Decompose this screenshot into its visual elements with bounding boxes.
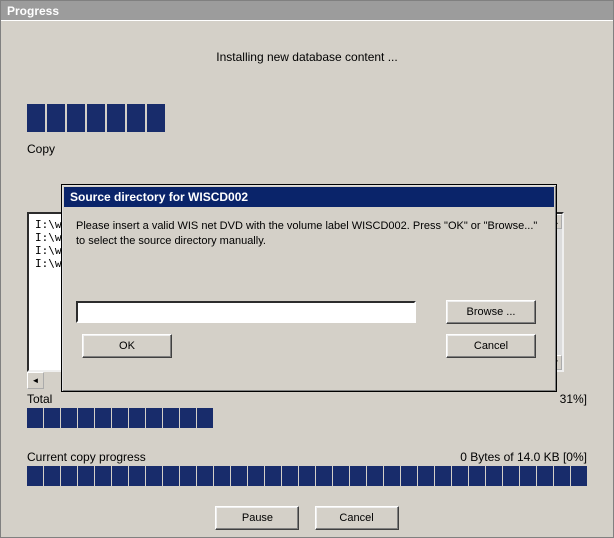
progress-block bbox=[27, 408, 43, 428]
progress-block bbox=[95, 408, 111, 428]
progress-block bbox=[87, 104, 105, 132]
progress-block bbox=[27, 104, 45, 132]
progress-block bbox=[316, 466, 332, 486]
progress-block bbox=[147, 104, 165, 132]
source-directory-dialog: Source directory for WISCD002 Please ins… bbox=[61, 184, 557, 392]
progress-block bbox=[163, 408, 179, 428]
progress-block bbox=[265, 466, 281, 486]
progress-block bbox=[112, 408, 128, 428]
dialog-titlebar: Source directory for WISCD002 bbox=[64, 187, 554, 207]
dialog-message: Please insert a valid WIS net DVD with t… bbox=[76, 219, 542, 250]
total-progress-label: Total bbox=[27, 392, 52, 406]
total-progress-bar bbox=[27, 408, 213, 428]
progress-block bbox=[248, 466, 264, 486]
status-heading: Installing new database content ... bbox=[1, 50, 613, 64]
current-progress-bar bbox=[27, 466, 587, 486]
progress-block bbox=[571, 466, 587, 486]
progress-block bbox=[47, 104, 65, 132]
progress-block bbox=[180, 408, 196, 428]
progress-block bbox=[146, 466, 162, 486]
progress-block bbox=[520, 466, 536, 486]
progress-block bbox=[350, 466, 366, 486]
progress-block bbox=[299, 466, 315, 486]
progress-block bbox=[44, 408, 60, 428]
progress-block bbox=[44, 466, 60, 486]
horizontal-scrollbar[interactable]: ◄ bbox=[27, 372, 44, 389]
progress-block bbox=[107, 104, 125, 132]
progress-block bbox=[67, 104, 85, 132]
progress-block bbox=[27, 466, 43, 486]
total-progress-percent: 31%] bbox=[560, 392, 587, 406]
progress-block bbox=[333, 466, 349, 486]
progress-block bbox=[469, 466, 485, 486]
progress-block bbox=[78, 408, 94, 428]
source-directory-input[interactable] bbox=[76, 301, 416, 323]
progress-block bbox=[180, 466, 196, 486]
progress-window: Progress Installing new database content… bbox=[0, 0, 614, 538]
progress-block bbox=[282, 466, 298, 486]
progress-block bbox=[214, 466, 230, 486]
copy-label: Copy bbox=[27, 142, 613, 156]
top-progress-bar bbox=[27, 104, 613, 132]
dialog-input-row: Browse ... bbox=[76, 300, 542, 324]
progress-block bbox=[78, 466, 94, 486]
progress-block bbox=[197, 466, 213, 486]
progress-block bbox=[554, 466, 570, 486]
current-progress-label: Current copy progress bbox=[27, 450, 146, 464]
window-titlebar: Progress bbox=[1, 1, 613, 21]
cancel-button[interactable]: Cancel bbox=[315, 506, 399, 530]
progress-block bbox=[61, 466, 77, 486]
progress-block bbox=[197, 408, 213, 428]
progress-block bbox=[452, 466, 468, 486]
progress-block bbox=[231, 466, 247, 486]
window-title: Progress bbox=[7, 4, 59, 18]
progress-block bbox=[384, 466, 400, 486]
ok-button[interactable]: OK bbox=[82, 334, 172, 358]
progress-block bbox=[127, 104, 145, 132]
progress-block bbox=[95, 466, 111, 486]
dialog-button-row: OK Cancel bbox=[76, 334, 542, 358]
progress-block bbox=[401, 466, 417, 486]
progress-block bbox=[129, 466, 145, 486]
progress-block bbox=[367, 466, 383, 486]
pause-button[interactable]: Pause bbox=[215, 506, 299, 530]
progress-block bbox=[146, 408, 162, 428]
dialog-cancel-button[interactable]: Cancel bbox=[446, 334, 536, 358]
progress-block bbox=[163, 466, 179, 486]
progress-block bbox=[112, 466, 128, 486]
progress-block bbox=[486, 466, 502, 486]
dialog-title: Source directory for WISCD002 bbox=[70, 190, 248, 204]
scroll-left-icon[interactable]: ◄ bbox=[27, 372, 44, 389]
progress-block bbox=[537, 466, 553, 486]
progress-block bbox=[503, 466, 519, 486]
progress-block bbox=[418, 466, 434, 486]
browse-button[interactable]: Browse ... bbox=[446, 300, 536, 324]
current-progress-bytes: 0 Bytes of 14.0 KB [0%] bbox=[460, 450, 587, 464]
dialog-body: Please insert a valid WIS net DVD with t… bbox=[62, 209, 556, 368]
progress-block bbox=[435, 466, 451, 486]
progress-block bbox=[129, 408, 145, 428]
bottom-button-row: Pause Cancel bbox=[1, 506, 613, 530]
progress-block bbox=[61, 408, 77, 428]
window-content: Installing new database content ... Copy… bbox=[1, 22, 613, 537]
